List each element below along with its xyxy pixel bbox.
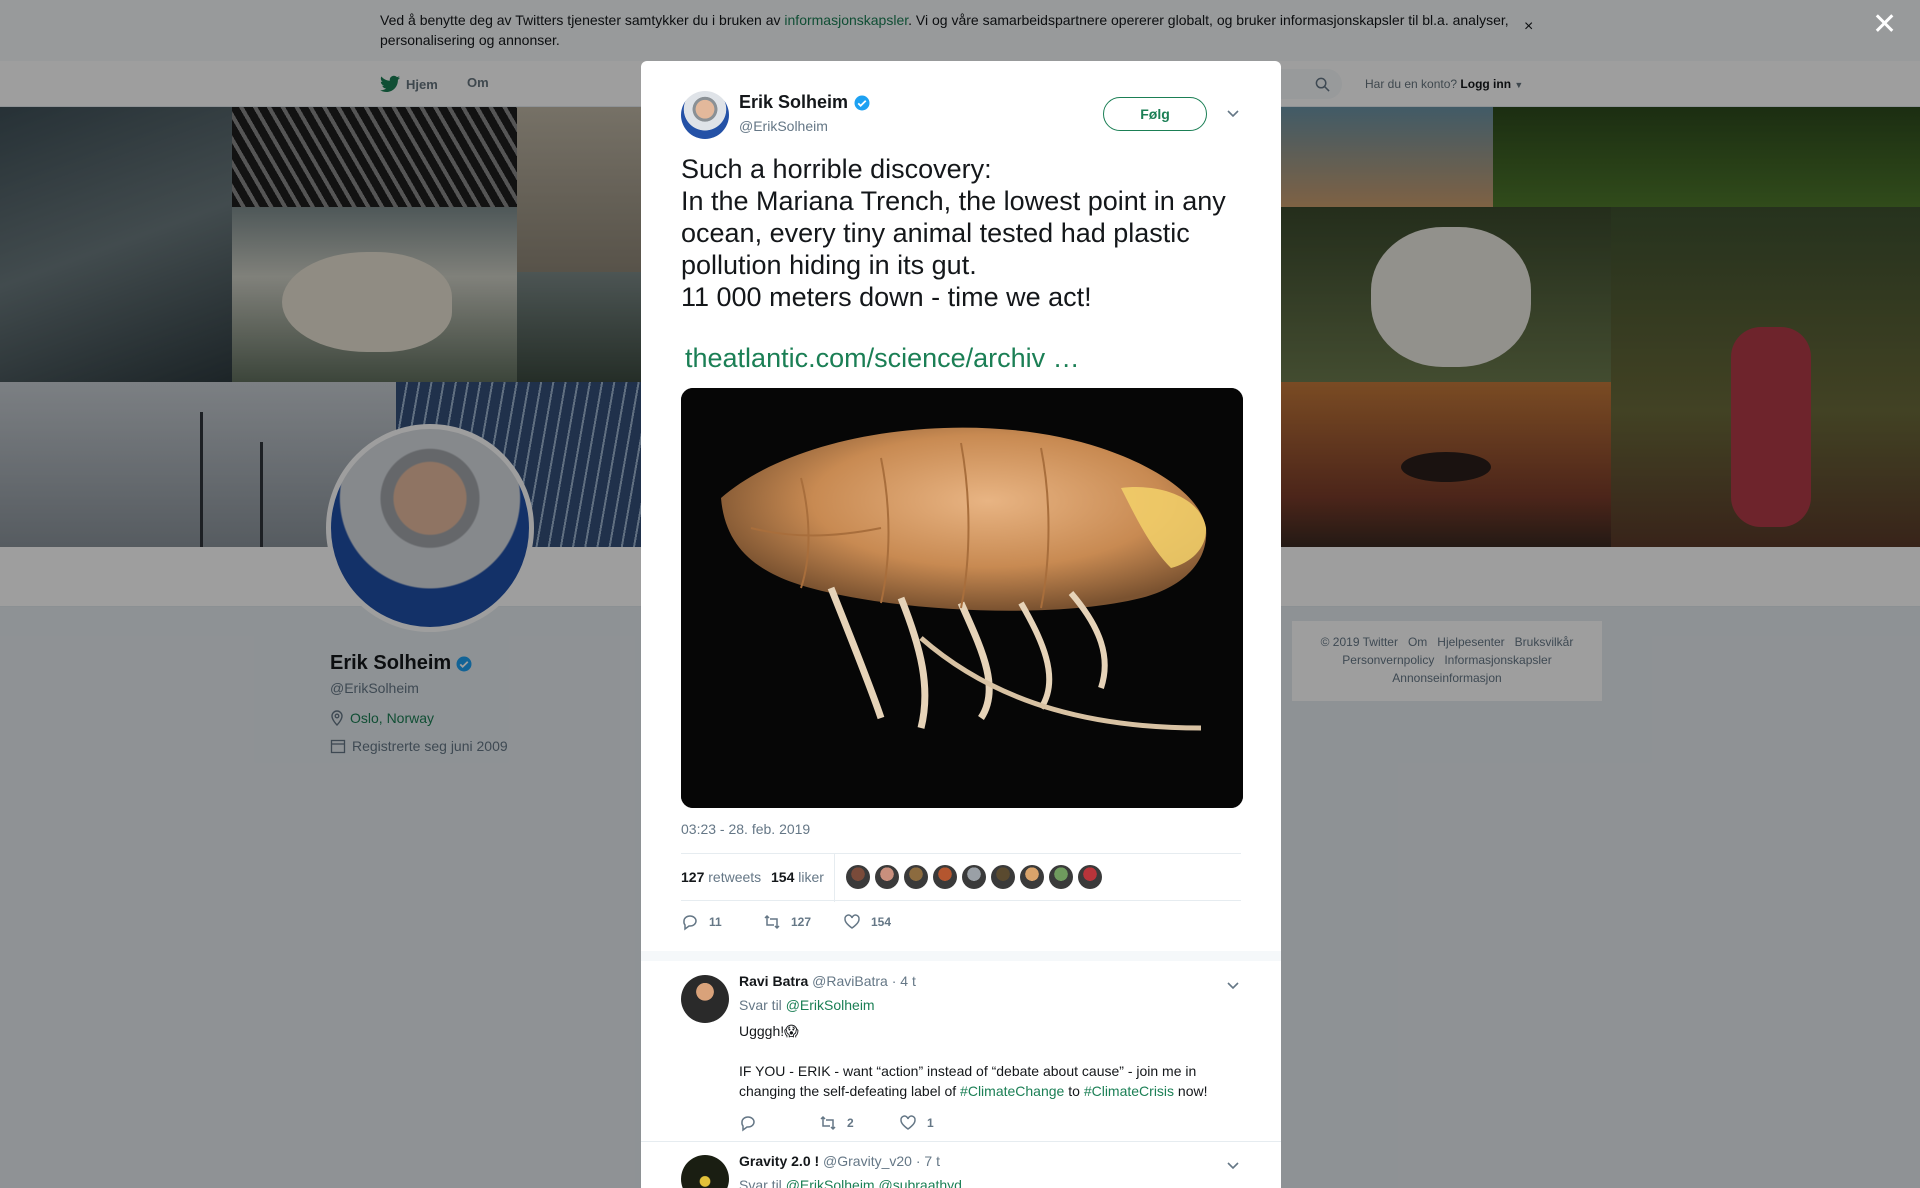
retweets-stat[interactable]: 127 retweets: [681, 869, 761, 885]
retweet-icon: [764, 914, 780, 930]
tweet-stats: 127 retweets 154 liker: [681, 853, 1241, 902]
reply-icon: [683, 915, 697, 931]
retweet-action[interactable]: 2: [819, 1114, 854, 1132]
reply-tweet[interactable]: Gravity 2.0 ! @Gravity_v20 · 7 t Svar ti…: [681, 1153, 1241, 1188]
tweet-modal: Erik Solheim @ErikSolheim Følg Such a ho…: [641, 61, 1281, 1188]
retweets-stat-label: retweets: [708, 869, 762, 885]
tweet-author-name[interactable]: Erik Solheim: [739, 92, 871, 113]
amphipod-image: [681, 388, 1243, 808]
tweet-header: Erik Solheim @ErikSolheim Følg: [681, 91, 1241, 141]
likes-stat[interactable]: 154 liker: [771, 869, 824, 885]
retweets-stat-count: 127: [681, 869, 705, 885]
reply-text: Ugggh!😱 IF YOU - ERIK - want “action” in…: [739, 1021, 1209, 1101]
liker-avatar[interactable]: [904, 865, 928, 889]
reply-time[interactable]: · 4 t: [892, 973, 916, 989]
liker-avatar[interactable]: [991, 865, 1015, 889]
verified-badge-icon: [854, 95, 870, 110]
tweet-author-name-text: Erik Solheim: [739, 92, 849, 112]
liker-avatar[interactable]: [875, 865, 899, 889]
tweet-timestamp[interactable]: 03:23 - 28. feb. 2019: [681, 821, 810, 837]
retweet-count: 127: [791, 915, 812, 929]
tweet-media-amphipod-photo[interactable]: [681, 388, 1243, 808]
reply-to-mention[interactable]: @ErikSolheim: [786, 997, 875, 1013]
reply-author-handle[interactable]: @RaviBatra: [812, 973, 888, 989]
retweet-action[interactable]: 127: [763, 913, 811, 931]
heart-icon: [900, 1115, 916, 1130]
reply-to: Svar til @ErikSolheim: [739, 997, 875, 1013]
chevron-down-icon[interactable]: [1226, 1159, 1240, 1173]
tweet-text: Such a horrible discovery: In the Marian…: [681, 154, 1226, 312]
reply-header: Gravity 2.0 ! @Gravity_v20 · 7 t: [739, 1153, 940, 1169]
chevron-down-icon[interactable]: [1226, 107, 1240, 121]
reply-tweet[interactable]: Ravi Batra @RaviBatra · 4 t Svar til @Er…: [681, 973, 1241, 1165]
likers-avatars: [846, 865, 1102, 889]
retweet-icon: [820, 1115, 836, 1131]
tweet-actions: 11 127 154: [681, 913, 1241, 933]
liker-avatar[interactable]: [962, 865, 986, 889]
reply-author-name[interactable]: Gravity 2.0 !: [739, 1153, 819, 1169]
reply-divider: [641, 1141, 1281, 1142]
tweet-author-avatar[interactable]: [681, 91, 729, 139]
reply-to-mention[interactable]: @ErikSolheim @subraathyd: [786, 1177, 962, 1188]
like-action[interactable]: 154: [843, 913, 891, 931]
liker-avatar[interactable]: [846, 865, 870, 889]
reply-to: Svar til @ErikSolheim @subraathyd: [739, 1177, 962, 1188]
reply-author-avatar[interactable]: [681, 975, 729, 1023]
reply-author-avatar[interactable]: [681, 1155, 729, 1188]
reply-text-line-1: Ugggh!😱: [739, 1023, 799, 1039]
tweet-author-handle[interactable]: @ErikSolheim: [739, 118, 828, 134]
likes-stat-count: 154: [771, 869, 795, 885]
retweet-count: 2: [847, 1116, 854, 1130]
reply-icon: [741, 1116, 755, 1132]
close-modal-icon[interactable]: ✕: [1872, 10, 1897, 40]
likes-stat-label: liker: [798, 869, 824, 885]
liker-avatar[interactable]: [1049, 865, 1073, 889]
follow-button[interactable]: Følg: [1103, 97, 1207, 131]
reply-header: Ravi Batra @RaviBatra · 4 t: [739, 973, 916, 989]
hashtag-climatechange-link[interactable]: #ClimateChange: [960, 1083, 1064, 1099]
reply-count: 11: [709, 915, 722, 929]
reply-text-span: now!: [1174, 1083, 1208, 1099]
heart-icon: [844, 914, 860, 929]
reply-to-label: Svar til: [739, 997, 782, 1013]
like-action[interactable]: 1: [899, 1114, 934, 1132]
chevron-down-icon[interactable]: [1226, 979, 1240, 993]
like-count: 154: [871, 915, 892, 929]
reply-author-name[interactable]: Ravi Batra: [739, 973, 808, 989]
reply-action[interactable]: [739, 1114, 767, 1132]
reply-actions: 2 1: [739, 1114, 1139, 1132]
reply-to-label: Svar til: [739, 1177, 782, 1188]
tweet-link[interactable]: theatlantic.com/science/archiv …: [685, 343, 1080, 374]
stats-divider: [834, 854, 835, 902]
reply-author-handle[interactable]: @Gravity_v20: [823, 1153, 912, 1169]
like-count: 1: [927, 1116, 934, 1130]
liker-avatar[interactable]: [933, 865, 957, 889]
reply-text-line-2: IF YOU - ERIK - want “action” instead of…: [739, 1061, 1209, 1101]
liker-avatar[interactable]: [1078, 865, 1102, 889]
conversation-separator: [641, 951, 1281, 961]
reply-time[interactable]: · 7 t: [916, 1153, 940, 1169]
hashtag-climatecrisis-link[interactable]: #ClimateCrisis: [1084, 1083, 1174, 1099]
liker-avatar[interactable]: [1020, 865, 1044, 889]
reply-text-span: to: [1064, 1083, 1084, 1099]
reply-action[interactable]: 11: [681, 913, 722, 931]
